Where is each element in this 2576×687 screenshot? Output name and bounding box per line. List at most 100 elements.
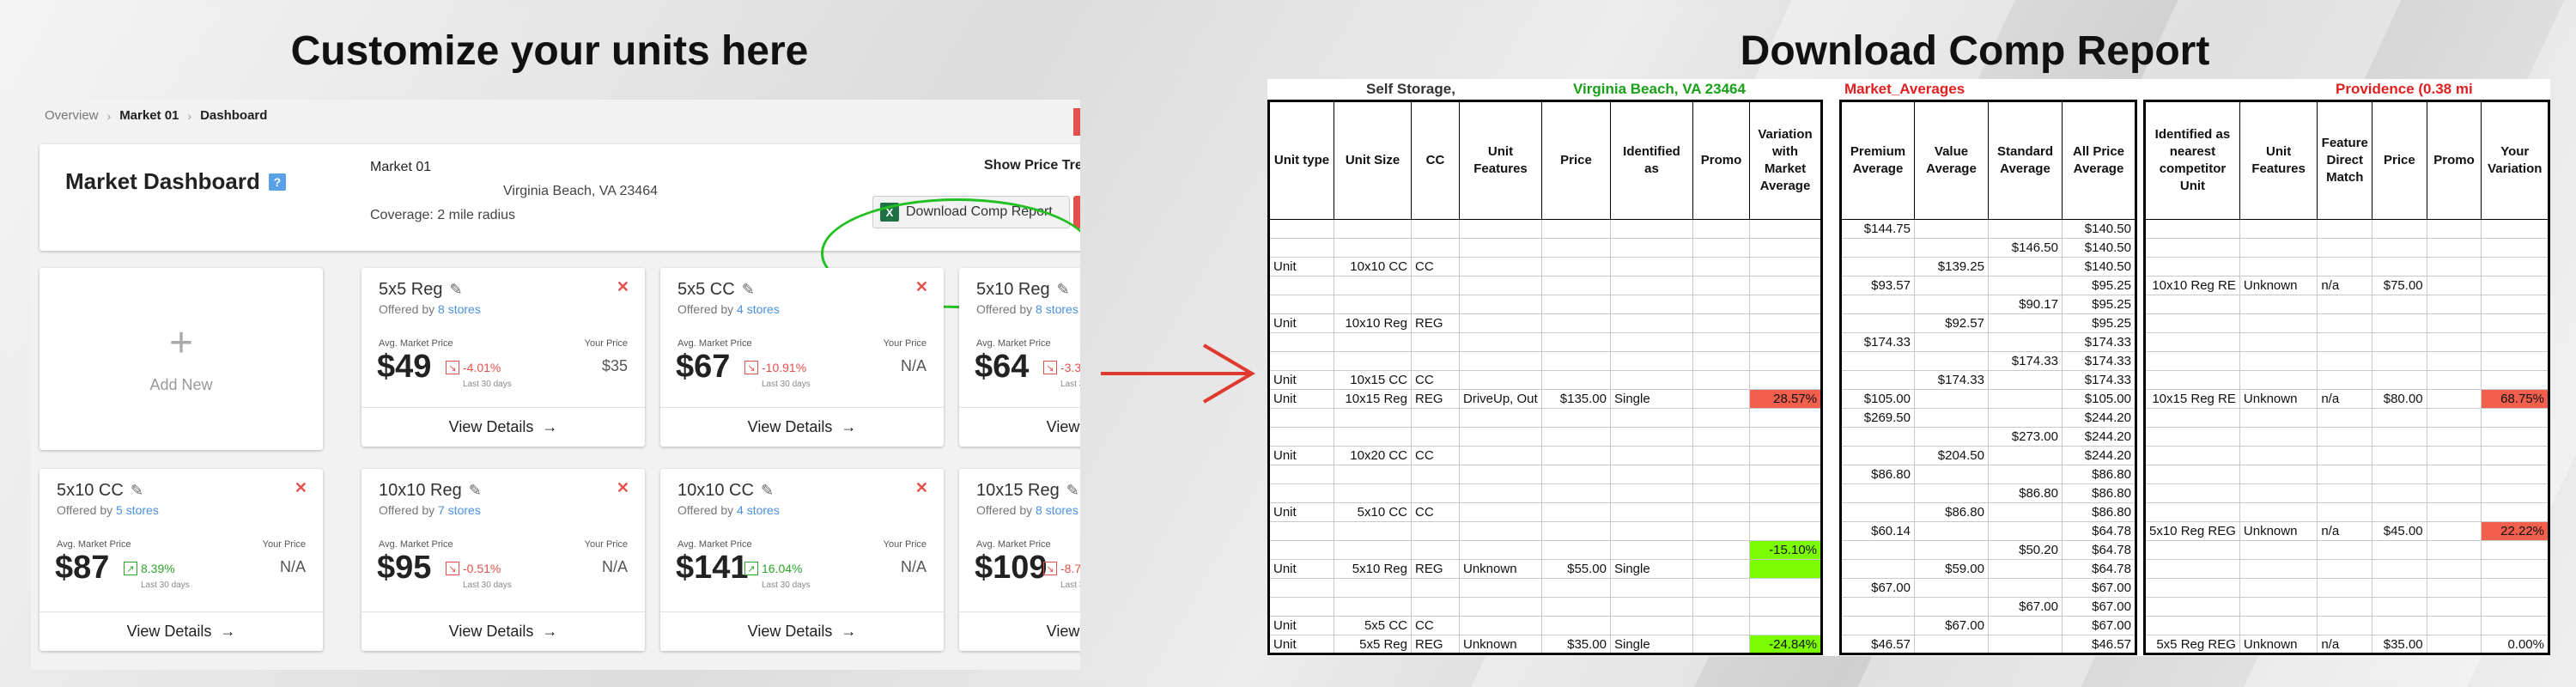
unit-card[interactable]: 10x10 CC ✎ Offered by 4 stores ✕ Avg. Market… [660, 469, 944, 651]
table-cell[interactable] [1610, 446, 1693, 465]
table-cell[interactable] [1914, 238, 1989, 258]
table-cell[interactable] [2426, 219, 2482, 239]
table-cell[interactable] [2317, 332, 2373, 352]
table-cell[interactable] [1268, 427, 1334, 447]
table-cell[interactable] [2372, 483, 2427, 503]
table-cell[interactable] [2481, 578, 2549, 598]
table-cell[interactable] [2317, 559, 2373, 579]
table-cell[interactable]: $273.00 [1988, 427, 2063, 447]
table-cell[interactable] [1988, 616, 2063, 635]
table-cell[interactable] [2426, 578, 2482, 598]
table-cell[interactable]: $67.00 [2062, 578, 2136, 598]
table-cell[interactable] [1610, 597, 1693, 617]
table-cell[interactable]: 10x15 Reg RE [2144, 389, 2240, 409]
table-cell[interactable]: $50.20 [1988, 540, 2063, 560]
table-cell[interactable]: 10x15 CC [1334, 370, 1412, 390]
table-cell[interactable] [1610, 521, 1693, 541]
table-cell[interactable] [1459, 370, 1542, 390]
table-cell[interactable]: Unknown [2239, 389, 2318, 409]
table-cell[interactable] [2239, 370, 2318, 390]
table-cell[interactable]: 5x5 Reg REG [2144, 635, 2240, 654]
table-cell[interactable]: Unknown [1459, 559, 1542, 579]
table-cell[interactable] [2144, 540, 2240, 560]
table-cell[interactable] [2426, 635, 2482, 654]
table-cell[interactable] [2144, 578, 2240, 598]
table-cell[interactable] [2317, 370, 2373, 390]
table-cell[interactable] [1988, 332, 2063, 352]
table-cell[interactable]: $60.14 [1840, 521, 1915, 541]
table-cell[interactable]: Unit [1268, 446, 1334, 465]
table-cell[interactable]: 0.00% [2481, 635, 2549, 654]
table-cell[interactable] [1459, 483, 1542, 503]
table-cell[interactable] [1749, 465, 1822, 484]
unit-card[interactable]: 5x5 Reg ✎ Offered by 8 stores ✕ Avg. Market … [361, 268, 645, 447]
table-cell[interactable] [1749, 616, 1822, 635]
close-icon[interactable]: ✕ [915, 278, 928, 296]
table-cell[interactable] [1840, 559, 1915, 579]
table-cell[interactable] [1749, 370, 1822, 390]
table-cell[interactable] [2372, 559, 2427, 579]
table-cell[interactable] [1749, 597, 1822, 617]
table-cell[interactable] [2239, 597, 2318, 617]
table-cell[interactable] [1411, 295, 1460, 314]
table-cell[interactable]: DriveUp, Out [1459, 389, 1542, 409]
table-cell[interactable] [1411, 483, 1460, 503]
pencil-icon[interactable]: ✎ [469, 482, 482, 500]
table-cell[interactable] [1610, 313, 1693, 333]
table-cell[interactable] [1459, 257, 1542, 277]
table-cell[interactable] [1268, 219, 1334, 239]
table-cell[interactable] [1459, 427, 1542, 447]
table-cell[interactable] [2481, 408, 2549, 428]
view-details-button[interactable]: View Details → [361, 611, 645, 651]
table-cell[interactable] [2426, 616, 2482, 635]
table-cell[interactable] [2239, 540, 2318, 560]
table-cell[interactable] [1988, 465, 2063, 484]
table-cell[interactable]: $140.50 [2062, 257, 2136, 277]
table-cell[interactable]: Unknown [1459, 635, 1542, 654]
table-cell[interactable] [1610, 408, 1693, 428]
table-cell[interactable] [1411, 578, 1460, 598]
table-cell[interactable] [1692, 351, 1750, 371]
table-cell[interactable] [2372, 578, 2427, 598]
table-cell[interactable] [1541, 446, 1611, 465]
table-cell[interactable] [2426, 389, 2482, 409]
table-cell[interactable]: CC [1411, 502, 1460, 522]
table-cell[interactable] [1914, 295, 1989, 314]
table-cell[interactable] [2372, 427, 2427, 447]
table-cell[interactable] [2239, 332, 2318, 352]
table-cell[interactable] [2372, 351, 2427, 371]
table-cell[interactable] [1541, 257, 1611, 277]
table-cell[interactable] [2317, 597, 2373, 617]
table-cell[interactable] [1459, 540, 1542, 560]
table-cell[interactable] [2144, 465, 2240, 484]
table-cell[interactable]: $174.33 [2062, 332, 2136, 352]
table-cell[interactable] [1692, 446, 1750, 465]
table-cell[interactable] [1459, 465, 1542, 484]
table-cell[interactable] [1411, 408, 1460, 428]
table-cell[interactable]: Unit [1268, 313, 1334, 333]
table-cell[interactable] [1268, 276, 1334, 295]
table-cell[interactable] [1692, 465, 1750, 484]
table-cell[interactable] [1334, 295, 1412, 314]
table-cell[interactable] [1749, 257, 1822, 277]
table-cell[interactable] [1459, 578, 1542, 598]
table-cell[interactable] [1692, 389, 1750, 409]
table-cell[interactable] [2372, 238, 2427, 258]
table-cell[interactable] [1749, 427, 1822, 447]
help-icon[interactable]: ? [268, 173, 286, 191]
breadcrumb-market[interactable]: Market 01 [119, 108, 179, 123]
table-cell[interactable]: $144.75 [1840, 219, 1915, 239]
table-cell[interactable] [1541, 238, 1611, 258]
unit-card[interactable]: 5x10 Reg✎Offered by 8 stores✕Avg. Market… [959, 268, 1080, 447]
table-cell[interactable] [1692, 219, 1750, 239]
table-cell[interactable] [1268, 332, 1334, 352]
table-cell[interactable] [1988, 389, 2063, 409]
table-cell[interactable] [2317, 616, 2373, 635]
table-cell[interactable] [2426, 597, 2482, 617]
table-cell[interactable]: $244.20 [2062, 408, 2136, 428]
table-cell[interactable] [2426, 540, 2482, 560]
table-cell[interactable] [1459, 313, 1542, 333]
table-cell[interactable]: 5x5 CC [1334, 616, 1412, 635]
table-cell[interactable]: REG [1411, 389, 1460, 409]
view-details-button[interactable]: View Details → [660, 407, 944, 447]
